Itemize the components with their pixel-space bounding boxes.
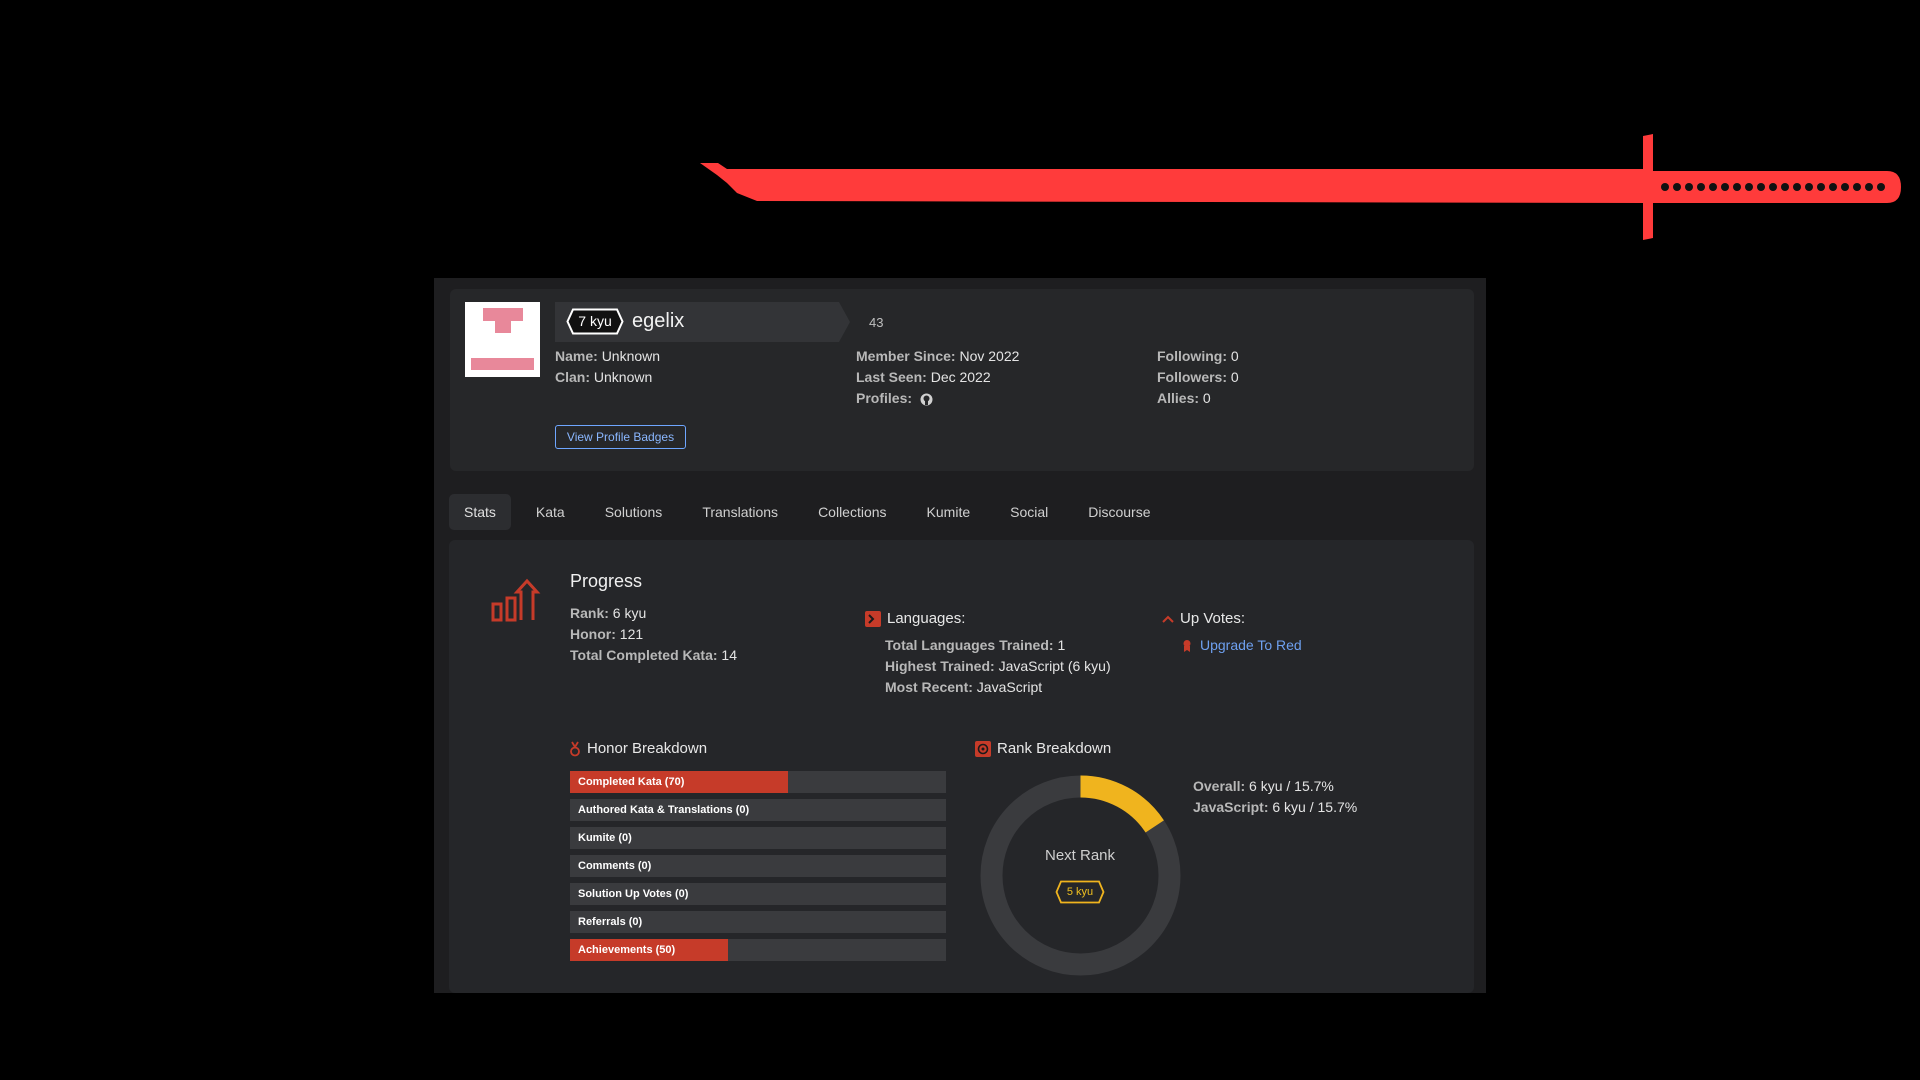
honor-bar-label: Authored Kata & Translations (0) xyxy=(578,804,750,816)
progress-title: Progress xyxy=(570,571,643,591)
languages-title: Languages: xyxy=(865,610,965,628)
profile-tabs: Stats Kata Solutions Translations Collec… xyxy=(449,494,1176,530)
rank-badge: 7 kyu xyxy=(566,308,624,335)
rank-breakdown-title: Rank Breakdown xyxy=(975,740,1111,758)
upvotes-info: Upgrade To Red xyxy=(1182,635,1302,656)
terminal-icon xyxy=(865,611,881,628)
username: egelix xyxy=(632,310,685,332)
honor-bar-label: Achievements (50) xyxy=(578,944,676,956)
honor-bar-label: Completed Kata (70) xyxy=(578,776,685,788)
honor-bar: Solution Up Votes (0) xyxy=(570,883,946,905)
tab-solutions[interactable]: Solutions xyxy=(590,494,678,530)
honor-bar-label: Comments (0) xyxy=(578,860,652,872)
honor-bar: Kumite (0) xyxy=(570,827,946,849)
profile-info-name: Name: Unknown Clan: Unknown xyxy=(555,348,661,385)
medal-icon xyxy=(570,741,580,757)
honor-breakdown-bars: Completed Kata (70) Authored Kata & Trans… xyxy=(570,771,946,967)
honor-breakdown-title: Honor Breakdown xyxy=(570,740,707,757)
profile-info-dates: Member Since: Nov 2022 Last Seen: Dec 20… xyxy=(856,348,1020,406)
next-rank-badge: 5 kyu xyxy=(1055,880,1105,904)
upgrade-to-red-link[interactable]: Upgrade To Red xyxy=(1200,637,1302,653)
sword-banner-icon xyxy=(700,134,1901,240)
upvotes-title: Up Votes: xyxy=(1162,610,1245,627)
rank-progress-arc xyxy=(1080,775,1164,833)
honor-bar-label: Kumite (0) xyxy=(578,832,632,844)
target-icon xyxy=(975,741,991,758)
next-rank-label: Next Rank xyxy=(1044,847,1116,864)
tab-kata[interactable]: Kata xyxy=(521,494,580,530)
honor-bar: Referrals (0) xyxy=(570,911,946,933)
tab-kumite[interactable]: Kumite xyxy=(912,494,986,530)
tab-discourse[interactable]: Discourse xyxy=(1073,494,1165,530)
honor-count: 43 xyxy=(869,315,884,330)
tab-stats[interactable]: Stats xyxy=(449,494,511,530)
progress-info: Rank: 6 kyu Honor: 121 Total Completed K… xyxy=(570,605,737,663)
honor-bar-label: Referrals (0) xyxy=(578,916,643,928)
languages-info: Total Languages Trained: 1 Highest Train… xyxy=(885,637,1111,695)
chevron-up-icon xyxy=(1162,615,1174,623)
tab-collections[interactable]: Collections xyxy=(803,494,901,530)
profile-info-social: Following: 0 Followers: 0 Allies: 0 xyxy=(1157,348,1239,406)
tab-translations[interactable]: Translations xyxy=(687,494,793,530)
avatar[interactable] xyxy=(465,302,540,377)
honor-bar: Comments (0) xyxy=(570,855,946,877)
honor-bar: Authored Kata & Translations (0) xyxy=(570,799,946,821)
ribbon-icon xyxy=(1183,640,1191,653)
rank-progress-donut xyxy=(980,775,1181,976)
honor-bar: Achievements (50) xyxy=(570,939,946,961)
honor-bar: Completed Kata (70) xyxy=(570,771,946,793)
progress-chart-icon xyxy=(491,578,541,622)
github-icon[interactable] xyxy=(920,393,933,406)
view-profile-badges-button[interactable]: View Profile Badges xyxy=(555,425,686,449)
tab-social[interactable]: Social xyxy=(995,494,1063,530)
honor-bar-label: Solution Up Votes (0) xyxy=(578,888,689,900)
rank-breakdown-info: Overall: 6 kyu / 15.7% JavaScript: 6 kyu… xyxy=(1193,778,1358,815)
